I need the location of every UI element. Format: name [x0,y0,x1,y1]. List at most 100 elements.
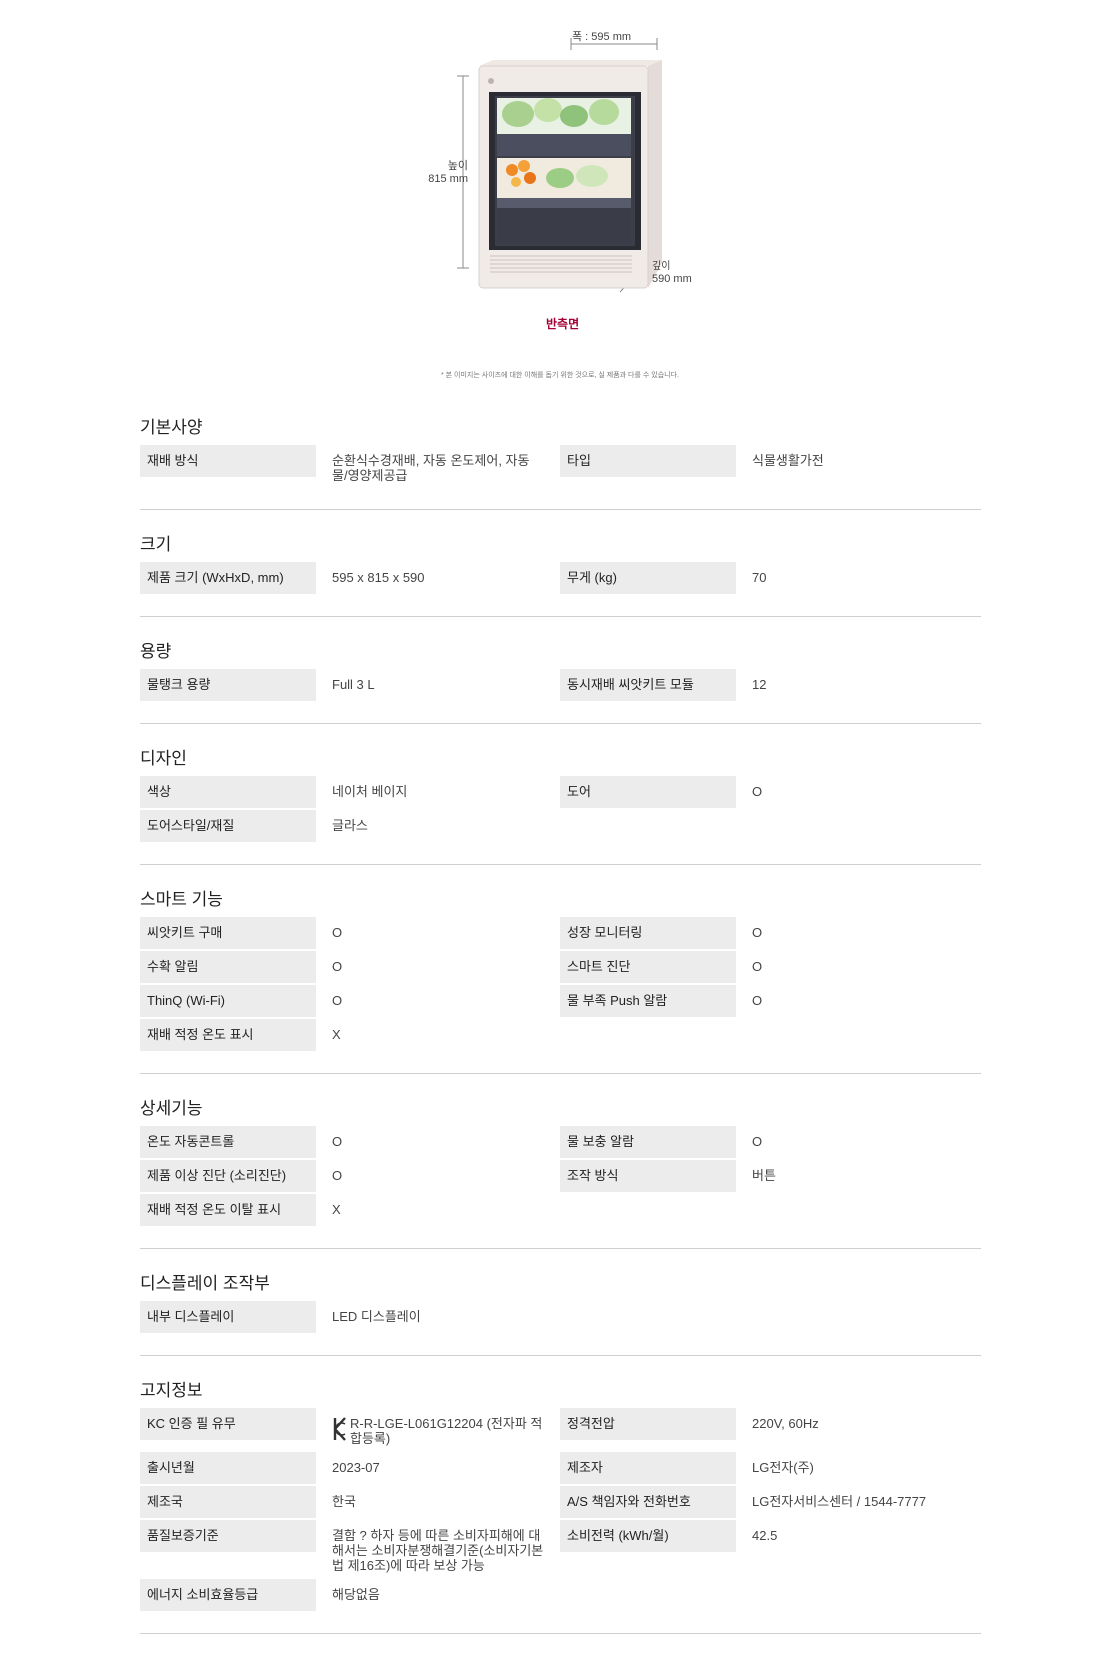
spec-value: LED 디스플레이 [332,1309,421,1324]
section-title: 용량 [140,642,172,661]
spec-key: 내부 디스플레이 [140,1301,316,1333]
kc-number: R-R-LGE-L061G12204 (전자파 적합등록) [350,1416,543,1446]
spec-key: 제품 이상 진단 (소리진단) [140,1160,316,1192]
spec-key: 스마트 진단 [560,951,736,983]
spec-key: 씨앗키트 구매 [140,917,316,949]
depth-dimension-title: 깊이 [652,261,671,272]
spec-row: 제조자 LG전자(주) [560,1452,981,1484]
product-figure: 폭 : 595 mm 높이 815 mm 깊이 590 mm 반측면 * 본 이… [0,0,1120,390]
spec-section: 용량물탱크 용량 Full 3 L 동시재배 씨앗키트 모듈 12 [140,629,981,724]
spec-key: 물 보충 알람 [560,1126,736,1158]
spec-row: 재배 적정 온도 표시 X [140,1019,560,1051]
spec-row: 씨앗키트 구매 O [140,917,560,949]
spec-row: 도어 O [560,776,981,808]
spec-key: 제품 크기 (WxHxD, mm) [140,562,316,594]
spec-key: 도어 [560,776,736,808]
spec-row: 출시년월 2023-07 [140,1452,560,1484]
spec-row: 제조국 한국 [140,1486,560,1518]
spec-value: 70 [752,570,767,585]
spec-key: 에너지 소비효율등급 [140,1579,316,1611]
spec-key: 재배 적정 온도 표시 [140,1019,316,1051]
spec-value: X [332,1202,341,1217]
spec-key: 재배 적정 온도 이탈 표시 [140,1194,316,1226]
spec-value: 2023-07 [332,1460,380,1475]
kc-certification: R-R-LGE-L061G12204 (전자파 적합등록) [332,1416,546,1446]
spec-value: 네이처 베이지 [332,784,408,799]
spec-section: 크기 제품 크기 (WxHxD, mm) 595 x 815 x 590 무게 (kg… [140,522,981,617]
spec-section: 상세기능 온도 자동콘트롤 O 물 보충 알람 O 제품 이상 진단 (소리진단) O 조작 … [140,1086,981,1249]
spec-value: 결함 ? 하자 등에 따른 소비자피해에 대해서는 소비자분쟁해결기준(소비자기… [332,1528,544,1573]
spec-value: 12 [752,677,767,692]
spec-key: 물 부족 Push 알람 [560,985,736,1017]
spec-key: 온도 자동콘트롤 [140,1126,316,1158]
spec-row: 온도 자동콘트롤 O [140,1126,560,1158]
spec-value: 220V, 60Hz [752,1416,819,1431]
view-angle-label: 반측면 [546,317,580,331]
spec-grid: 씨앗키트 구매 O 성장 모니터링 O 수확 알림 O 스마트 진단 O ThinQ (Wi-F… [140,917,981,1051]
spec-row: 동시재배 씨앗키트 모듈 12 [560,669,981,701]
spec-value: 해당없음 [332,1587,380,1602]
spec-key: KC 인증 필 유무 [140,1408,316,1440]
spec-section: 스마트 기능씨앗키트 구매 O 성장 모니터링 O 수확 알림 O 스마트 진단 O ThinQ… [140,877,981,1074]
spec-row: 물 부족 Push 알람 O [560,985,981,1017]
height-dimension-value: 815 mm [428,173,468,185]
spec-key: 출시년월 [140,1452,316,1484]
spec-grid: 색상 네이처 베이지 도어 O 도어스타일/재질 글라스 [140,776,981,842]
spec-row: 성장 모니터링 O [560,917,981,949]
spec-row: 제품 이상 진단 (소리진단) O [140,1160,560,1192]
spec-value: O [332,959,343,974]
spec-value: X [332,1027,341,1042]
spec-row: 타입 식물생활가전 [560,445,981,487]
spec-section: 디스플레이 조작부내부 디스플레이 LED 디스플레이 [140,1261,981,1356]
spec-grid: 온도 자동콘트롤 O 물 보충 알람 O 제품 이상 진단 (소리진단) O 조작 방식 버튼… [140,1126,981,1226]
spec-key: 성장 모니터링 [560,917,736,949]
spec-row: KC 인증 필 유무 R-R-LGE-L061G12204 (전자파 적합등록) [140,1408,560,1450]
spec-key: 품질보증기준 [140,1520,316,1552]
spec-row: 에너지 소비효율등급 해당없음 [140,1579,560,1611]
spec-key: 제조자 [560,1452,736,1484]
section-title: 디스플레이 조작부 [140,1274,270,1293]
spec-value: O [332,993,343,1008]
spec-value: 버튼 [752,1168,776,1183]
spec-key: 타입 [560,445,736,477]
section-title: 크기 [140,535,172,554]
image-disclaimer: * 본 이미지는 사이즈에 대한 이해를 돕기 위한 것으로, 실 제품과 다를… [441,372,679,379]
spec-value: 순환식수경재배, 자동 온도제어, 자동 물/영양제공급 [332,453,530,483]
spec-value: LG전자(주) [752,1460,814,1475]
spec-row: 수확 알림 O [140,951,560,983]
spec-value: 식물생활가전 [752,453,824,468]
section-title: 상세기능 [140,1099,203,1118]
section-title: 디자인 [140,749,187,768]
depth-dimension-label: 깊이 590 mm [652,260,692,286]
spec-row: 물탱크 용량 Full 3 L [140,669,560,701]
spec-row: 재배 적정 온도 이탈 표시 X [140,1194,560,1226]
spec-value: 글라스 [332,818,368,833]
spec-value: O [752,925,763,940]
spec-row: 무게 (kg) 70 [560,562,981,594]
spec-row: 내부 디스플레이 LED 디스플레이 [140,1301,560,1333]
spec-value: O [332,925,343,940]
width-dimension-label: 폭 : 595 mm [572,31,632,43]
spec-section: 고지정보 KC 인증 필 유무 R-R-LGE-L061G12204 (전자파 적합… [140,1368,981,1634]
spec-key: 재배 방식 [140,445,316,477]
spec-row: A/S 책임자와 전화번호 LG전자서비스센터 / 1544-7777 [560,1486,981,1518]
spec-key: 물탱크 용량 [140,669,316,701]
spec-key: 도어스타일/재질 [140,810,316,842]
spec-value: O [332,1134,343,1149]
spec-sections: 기본사양 재배 방식 순환식수경재배, 자동 온도제어, 자동 물/영양제공급 타입 식… [140,405,981,1646]
spec-value: 한국 [332,1494,356,1509]
depth-dimension-value: 590 mm [652,273,692,285]
spec-value: O [752,784,763,799]
spec-grid: 물탱크 용량 Full 3 L 동시재배 씨앗키트 모듈 12 [140,669,981,701]
spec-row: 도어스타일/재질 글라스 [140,810,560,842]
spec-value: O [752,993,763,1008]
spec-section: 디자인 색상 네이처 베이지 도어 O 도어스타일/재질 글라스 [140,736,981,865]
spec-row: 재배 방식 순환식수경재배, 자동 온도제어, 자동 물/영양제공급 [140,445,560,487]
spec-grid: 내부 디스플레이 LED 디스플레이 [140,1301,981,1333]
spec-key: 조작 방식 [560,1160,736,1192]
spec-value: O [332,1168,343,1183]
spec-row: 소비전력 (kWh/월) 42.5 [560,1520,981,1577]
spec-key: ThinQ (Wi-Fi) [140,985,316,1017]
spec-key: 수확 알림 [140,951,316,983]
section-title: 스마트 기능 [140,890,223,909]
